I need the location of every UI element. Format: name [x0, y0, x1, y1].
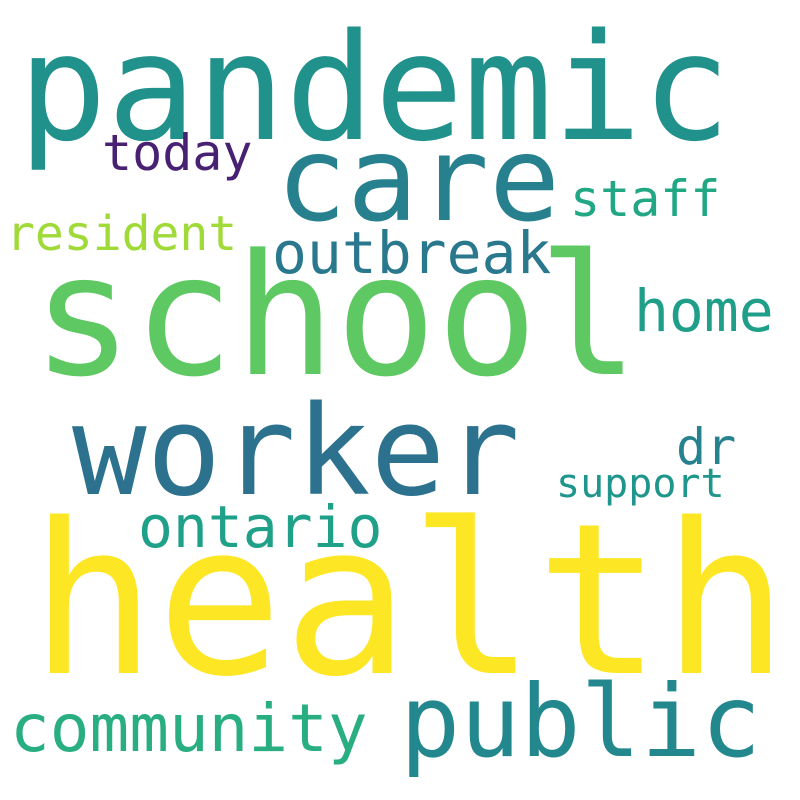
word-staff: staff — [570, 170, 721, 228]
word-public: public — [400, 663, 762, 780]
word-school: school — [32, 218, 639, 414]
word-today: today — [102, 124, 253, 182]
word-community: community — [10, 690, 368, 767]
word-home: home — [634, 277, 774, 345]
word-cloud: pandemic care today staff resident outbr… — [0, 0, 800, 800]
